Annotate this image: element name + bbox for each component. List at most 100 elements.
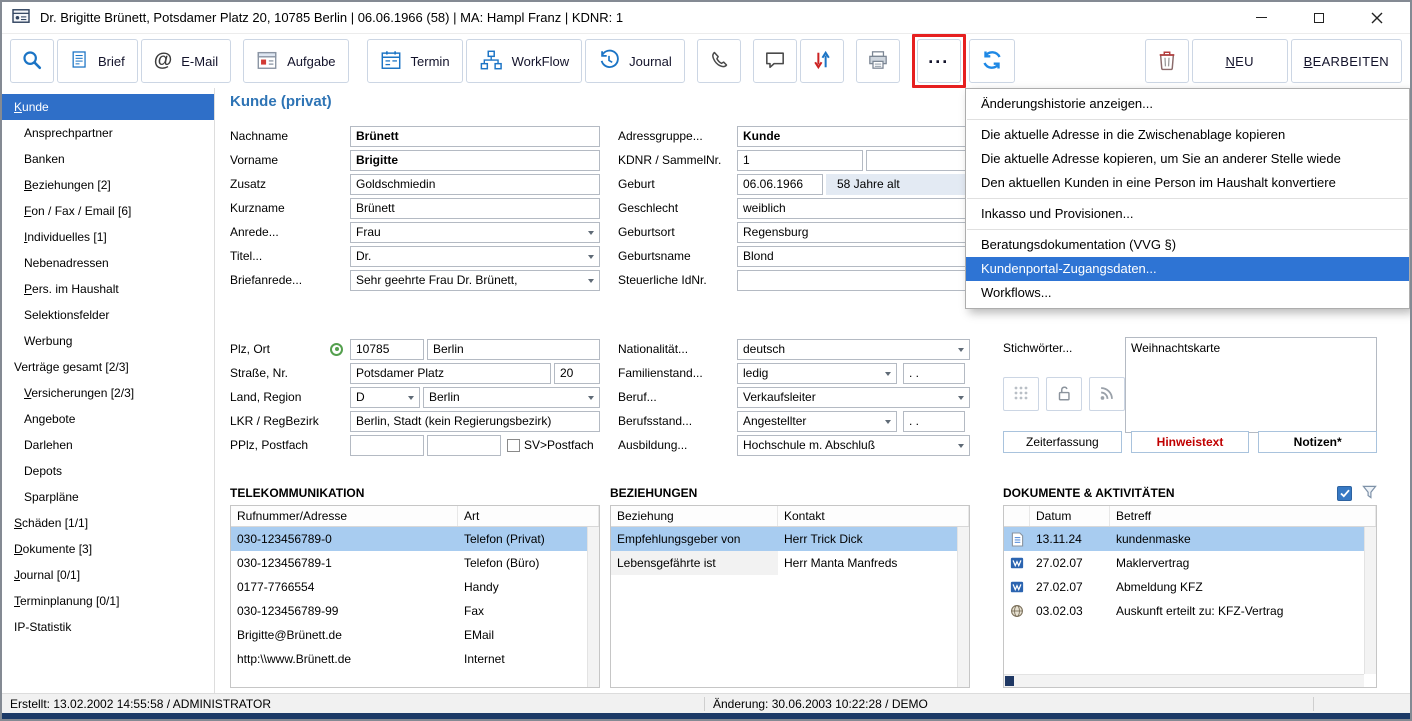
kurzname-field[interactable]: Brünett (350, 198, 600, 219)
zusatz-field[interactable]: Goldschmiedin (350, 174, 600, 195)
aufgabe-button[interactable]: Aufgabe (243, 39, 348, 83)
sidebar-item-terminplanung[interactable]: Terminplanung [0/1] (2, 588, 214, 614)
sidebar-item-selektionsfelder[interactable]: Selektionsfelder (2, 302, 214, 328)
postfach-field[interactable] (427, 435, 501, 456)
kdnr-field[interactable]: 1 (737, 150, 863, 171)
table-row[interactable]: 27.02.07 Maklervertrag (1004, 551, 1376, 575)
vertical-scrollbar[interactable] (957, 527, 969, 687)
horizontal-scrollbar-thumb[interactable] (1005, 676, 1014, 686)
lkr-field[interactable]: Berlin, Stadt (kein Regierungsbezirk) (350, 411, 600, 432)
berufsstand-datum-field[interactable]: . . (903, 411, 965, 432)
sidebar-item-vertraege-gesamt[interactable]: Verträge gesamt [2/3] (2, 354, 214, 380)
ort-field[interactable]: Berlin (427, 339, 600, 360)
feed-button[interactable] (1089, 377, 1125, 411)
briefanrede-select[interactable]: Sehr geehrte Frau Dr. Brünett, (350, 270, 600, 291)
titel-select[interactable]: Dr. (350, 246, 600, 267)
menu-item-beratungsdokumentation[interactable]: Beratungsdokumentation (VVG §) (966, 233, 1409, 257)
table-row[interactable]: 030-123456789-99Fax (231, 599, 599, 623)
journal-button[interactable]: Journal (585, 39, 685, 83)
sidebar-item-nebenadressen[interactable]: Nebenadressen (2, 250, 214, 276)
sidebar-item-banken[interactable]: Banken (2, 146, 214, 172)
vertical-scrollbar[interactable] (587, 527, 599, 687)
search-button[interactable] (10, 39, 54, 83)
sidebar-item-fon-fax-email[interactable]: Fon / Fax / Email [6] (2, 198, 214, 224)
table-row[interactable]: Lebensgefährte istHerr Manta Manfreds (611, 551, 969, 575)
hinweistext-button[interactable]: Hinweistext (1131, 431, 1250, 453)
minimize-button[interactable] (1246, 6, 1276, 30)
geburtsname-field[interactable]: Blond (737, 246, 970, 267)
geschlecht-field[interactable]: weiblich (737, 198, 970, 219)
sammelnr-field[interactable] (866, 150, 970, 171)
sidebar-item-journal[interactable]: Journal [0/1] (2, 562, 214, 588)
sidebar-item-pers-im-haushalt[interactable]: Pers. im Haushalt (2, 276, 214, 302)
table-row[interactable]: 03.02.03 Auskunft erteilt zu: KFZ-Vertra… (1004, 599, 1376, 623)
import-export-button[interactable] (800, 39, 844, 83)
table-row[interactable]: 27.02.07 Abmeldung KFZ (1004, 575, 1376, 599)
sidebar-item-versicherungen[interactable]: Versicherungen [2/3] (2, 380, 214, 406)
vorname-field[interactable]: Brigitte (350, 150, 600, 171)
menu-item-kunde-konvertieren[interactable]: Den aktuellen Kunden in eine Person im H… (966, 171, 1409, 195)
notizen-button[interactable]: Notizen* (1258, 431, 1377, 453)
ausbildung-select[interactable]: Hochschule m. Abschluß (737, 435, 970, 456)
sidebar-item-sparplaene[interactable]: Sparpläne (2, 484, 214, 510)
close-button[interactable] (1362, 6, 1392, 30)
sidebar-item-darlehen[interactable]: Darlehen (2, 432, 214, 458)
column-header-kontakt[interactable]: Kontakt (778, 506, 969, 526)
sidebar-item-werbung[interactable]: Werbung (2, 328, 214, 354)
geburtsort-field[interactable]: Regensburg (737, 222, 970, 243)
land-select[interactable]: D (350, 387, 420, 408)
region-select[interactable]: Berlin (423, 387, 600, 408)
workflow-button[interactable]: WorkFlow (466, 39, 583, 83)
adressgruppe-field[interactable]: Kunde (737, 126, 970, 147)
table-row[interactable]: Empfehlungsgeber vonHerr Trick Dick (611, 527, 969, 551)
hausnr-field[interactable]: 20 (554, 363, 600, 384)
column-header-betreff[interactable]: Betreff (1110, 506, 1376, 526)
email-button[interactable]: E-Mail (141, 39, 231, 83)
menu-item-workflows[interactable]: Workflows... (966, 281, 1409, 305)
steuerid-field[interactable] (737, 270, 970, 291)
anrede-select[interactable]: Frau (350, 222, 600, 243)
strasse-field[interactable]: Potsdamer Platz (350, 363, 551, 384)
geburt-field[interactable]: 06.06.1966 (737, 174, 823, 195)
table-row[interactable]: 030-123456789-0Telefon (Privat) (231, 527, 599, 551)
pplz-field[interactable] (350, 435, 424, 456)
dokumente-filter-checkbox[interactable] (1337, 486, 1352, 501)
column-header-icon[interactable] (1004, 506, 1030, 526)
keywords-grid-button[interactable] (1003, 377, 1039, 411)
menu-item-inkasso-provisionen[interactable]: Inkasso und Provisionen... (966, 202, 1409, 226)
sidebar-item-angebote[interactable]: Angebote (2, 406, 214, 432)
beruf-select[interactable]: Verkaufsleiter (737, 387, 970, 408)
lock-button[interactable] (1046, 377, 1082, 411)
bearbeiten-button[interactable]: BEARBEITEN (1291, 39, 1402, 83)
table-row[interactable]: 030-123456789-1Telefon (Büro) (231, 551, 599, 575)
berufsstand-select[interactable]: Angestellter (737, 411, 897, 432)
horizontal-scrollbar[interactable] (1004, 674, 1364, 687)
sidebar-item-depots[interactable]: Depots (2, 458, 214, 484)
column-header-art[interactable]: Art (458, 506, 599, 526)
brief-button[interactable]: Brief (57, 39, 138, 83)
zeiterfassung-button[interactable]: Zeiterfassung (1003, 431, 1122, 453)
sidebar-item-kunde[interactable]: Kunde (2, 94, 214, 120)
menu-item-kundenportal-zugangsdaten[interactable]: Kundenportal-Zugangsdaten... (966, 257, 1409, 281)
delete-button[interactable] (1145, 39, 1189, 83)
familienstand-datum-field[interactable]: . . (903, 363, 965, 384)
termin-button[interactable]: Termin (367, 39, 463, 83)
stichwoerter-textarea[interactable]: Weihnachtskarte (1125, 337, 1377, 433)
table-row[interactable]: Brigitte@Brünett.deEMail (231, 623, 599, 647)
refresh-button[interactable] (969, 39, 1015, 83)
more-button[interactable]: ... (917, 39, 961, 83)
sidebar-item-schaeden[interactable]: Schäden [1/1] (2, 510, 214, 536)
vertical-scrollbar[interactable] (1364, 527, 1376, 674)
sidebar-item-beziehungen[interactable]: Beziehungen [2] (2, 172, 214, 198)
menu-item-adresse-zwischenablage[interactable]: Die aktuelle Adresse in die Zwischenabla… (966, 123, 1409, 147)
table-row[interactable]: 13.11.24 kundenmaske (1004, 527, 1376, 551)
column-header-beziehung[interactable]: Beziehung (611, 506, 778, 526)
phone-button[interactable] (697, 39, 741, 83)
chat-button[interactable] (753, 39, 797, 83)
sv-postfach-checkbox[interactable] (507, 439, 520, 452)
table-row[interactable]: 0177-7766554Handy (231, 575, 599, 599)
plz-field[interactable]: 10785 (350, 339, 424, 360)
menu-item-adresse-kopieren[interactable]: Die aktuelle Adresse kopieren, um Sie an… (966, 147, 1409, 171)
sidebar-item-individuelles[interactable]: Individuelles [1] (2, 224, 214, 250)
column-header-rufnummer[interactable]: Rufnummer/Adresse (231, 506, 458, 526)
